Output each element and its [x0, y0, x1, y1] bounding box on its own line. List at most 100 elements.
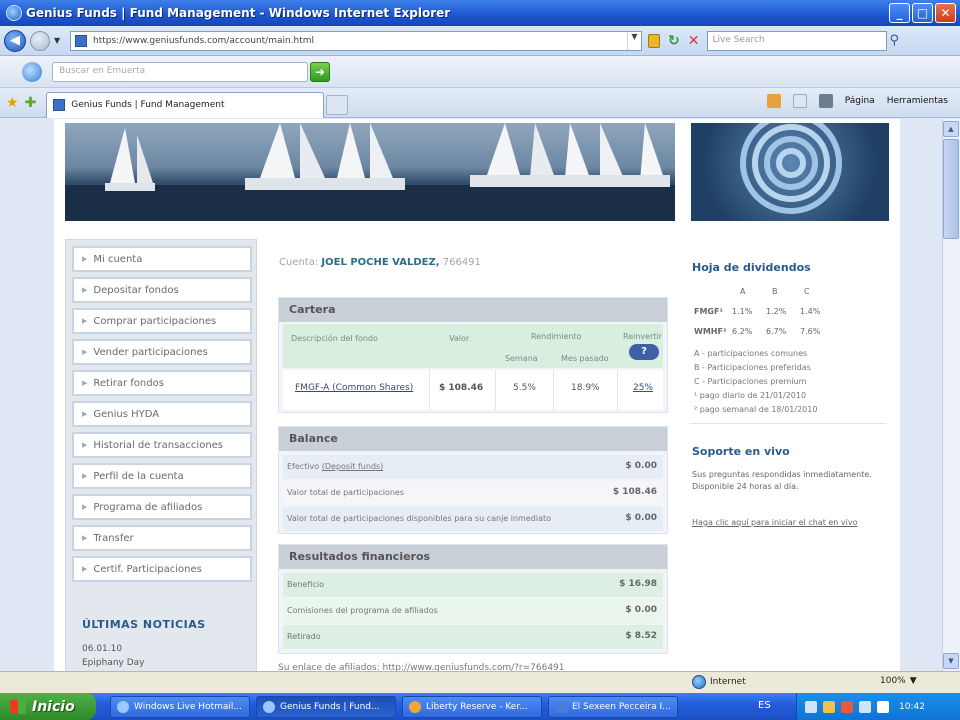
scroll-up-icon[interactable]: ▲	[943, 121, 959, 137]
cash-value: $ 0.00	[625, 461, 657, 471]
col-week: Semana	[505, 354, 538, 363]
history-dropdown-icon[interactable]: ▼	[54, 36, 66, 45]
favorites-star-icon[interactable]: ★	[6, 95, 19, 111]
col-return: Rendimiento	[531, 332, 582, 341]
start-button[interactable]: Inicio	[0, 693, 96, 720]
forward-button[interactable]	[30, 30, 50, 51]
fund-link[interactable]: FMGF-A (Common Shares)	[295, 383, 413, 393]
address-input[interactable]: https://www.geniusfunds.com/account/main…	[70, 30, 642, 51]
legend-note-2: ² pago semanal de 18/01/2010	[694, 405, 818, 414]
help-icon[interactable]: ?	[629, 344, 659, 360]
add-favorites-icon[interactable]: ✚	[25, 95, 37, 111]
table-row: FMGF-A (Common Shares) $ 108.46 5.5% 18.…	[283, 370, 663, 410]
stop-icon[interactable]: ✕	[688, 33, 700, 49]
window-title: Genius Funds | Fund Management - Windows…	[26, 6, 451, 20]
deposit-funds-link[interactable]: (Deposit funds)	[322, 462, 384, 471]
minimize-button[interactable]: _	[889, 3, 910, 23]
referral-link-text[interactable]: Su enlace de afiliados: http://www.geniu…	[278, 663, 565, 671]
language-indicator[interactable]: ES	[758, 700, 771, 711]
taskbar-item-genius[interactable]: Genius Funds | Fund...	[256, 695, 396, 718]
toolbar-go-button[interactable]: ➜	[310, 61, 330, 82]
toolbar-search-input[interactable]: Buscar en Emuerta	[52, 61, 308, 82]
taskbar-item-liberty[interactable]: Liberty Reserve - Ker...	[402, 695, 542, 718]
lock-icon[interactable]	[648, 33, 660, 48]
scroll-thumb[interactable]	[943, 139, 959, 239]
zoom-level: 100%	[880, 676, 906, 686]
total-shares-label: Valor total de participaciones	[287, 488, 404, 497]
arrow-right-icon: ▶	[82, 255, 88, 263]
taskbar: Inicio Windows Live Hotmail... Genius Fu…	[0, 693, 960, 720]
security-icon[interactable]	[823, 700, 835, 713]
fund-value: $ 108.46	[439, 383, 484, 393]
legend-a: A - participaciones comunes	[694, 349, 808, 358]
nav-comprar-participaciones[interactable]: ▶ Comprar participaciones	[72, 308, 252, 334]
page-icon	[53, 99, 66, 111]
ie-icon	[6, 5, 22, 21]
arrow-right-icon: ▶	[82, 534, 88, 542]
maximize-button[interactable]: □	[912, 3, 933, 23]
nav-depositar-fondos[interactable]: ▶ Depositar fondos	[72, 277, 252, 303]
antivirus-icon[interactable]	[841, 700, 853, 713]
taskbar-item-hotmail[interactable]: Windows Live Hotmail...	[110, 695, 250, 718]
start-chat-link[interactable]: Haga clic aquí para iniciar el chat en v…	[692, 517, 862, 529]
close-button[interactable]: ✕	[935, 3, 956, 23]
results-row-profit: Beneficio $ 16.98	[283, 573, 663, 597]
tab-genius-funds[interactable]: Genius Funds | Fund Management	[46, 91, 325, 118]
nav-retirar-fondos[interactable]: ▶ Retirar fondos	[72, 370, 252, 396]
zoom-dropdown-icon[interactable]: ▼	[910, 676, 917, 686]
fund-month-return: 18.9%	[571, 383, 600, 393]
commissions-value: $ 0.00	[625, 605, 657, 615]
nav-perfil[interactable]: ▶ Perfil de la cuenta	[72, 463, 252, 489]
nav-historial[interactable]: ▶ Historial de transacciones	[72, 432, 252, 458]
div-2-b: 6.7%	[766, 327, 787, 336]
balance-panel: Balance Efectivo (Deposit funds) $ 0.00 …	[278, 426, 668, 534]
div-col-b: B	[772, 287, 778, 296]
account-label: Cuenta:	[279, 257, 319, 268]
rope-image	[740, 123, 842, 214]
window-titlebar[interactable]: Genius Funds | Fund Management - Windows…	[0, 0, 960, 26]
nav-mi-cuenta[interactable]: ▶ Mi cuenta	[72, 246, 252, 272]
page-icon	[75, 34, 87, 47]
withdrawn-label: Retirado	[287, 632, 321, 641]
account-line: Cuenta: JOEL POCHE VALDEZ, 766491	[279, 257, 481, 268]
home-icon[interactable]	[766, 94, 781, 108]
firefox-icon	[409, 700, 421, 713]
nav-certif[interactable]: ▶ Certif. Participaciones	[72, 556, 252, 582]
col-value: Valor	[449, 334, 470, 343]
reinvest-link[interactable]: 25%	[633, 383, 653, 393]
refresh-icon[interactable]: ↻	[668, 33, 680, 49]
toolbar-logo-icon	[22, 61, 42, 82]
print-icon[interactable]	[818, 94, 833, 108]
div-col-c: C	[804, 287, 810, 296]
taskbar-item-document[interactable]: El Sexeen Pecceira I...	[548, 695, 678, 718]
nav-transfer[interactable]: ▶ Transfer	[72, 525, 252, 551]
nav-afiliados[interactable]: ▶ Programa de afiliados	[72, 494, 252, 520]
network-icon[interactable]	[805, 700, 817, 713]
vertical-scrollbar[interactable]: ▲ ▼	[942, 119, 960, 671]
cash-label: Efectivo	[287, 462, 320, 471]
windows-flag-icon	[10, 699, 26, 714]
search-icon[interactable]: ⚲	[889, 33, 899, 48]
url-dropdown-icon[interactable]: ▼	[627, 31, 641, 50]
news-heading: ÚLTIMAS NOTICIAS	[82, 618, 206, 631]
messenger-icon[interactable]	[877, 700, 889, 713]
scroll-down-icon[interactable]: ▼	[943, 653, 959, 669]
news-item[interactable]: Epiphany Day	[82, 658, 145, 668]
legend-note-1: ¹ pago diario de 21/01/2010	[694, 391, 807, 400]
zoom-control[interactable]: 100% ▼	[880, 676, 917, 686]
arrow-right-icon: ▶	[82, 503, 88, 511]
nav-genius-hyda[interactable]: ▶ Genius HYDA	[72, 401, 252, 427]
results-heading: Resultados financieros	[279, 545, 667, 569]
new-tab-button[interactable]	[326, 94, 349, 115]
live-search-input[interactable]: Live Search	[707, 30, 888, 51]
portfolio-heading: Cartera	[279, 298, 667, 322]
nav-vender-participaciones[interactable]: ▶ Vender participaciones	[72, 339, 252, 365]
web-page: ▶ Mi cuenta ▶ Depositar fondos ▶ Comprar pa…	[54, 119, 900, 671]
arrow-right-icon: ▶	[82, 472, 88, 480]
page-menu[interactable]: Página	[845, 96, 875, 106]
tools-menu[interactable]: Herramientas	[887, 96, 948, 106]
browser-viewport: ▶ Mi cuenta ▶ Depositar fondos ▶ Comprar pa…	[0, 119, 960, 671]
volume-icon[interactable]	[859, 700, 871, 713]
feeds-icon[interactable]	[792, 94, 807, 108]
back-button[interactable]: ◀	[4, 29, 26, 52]
